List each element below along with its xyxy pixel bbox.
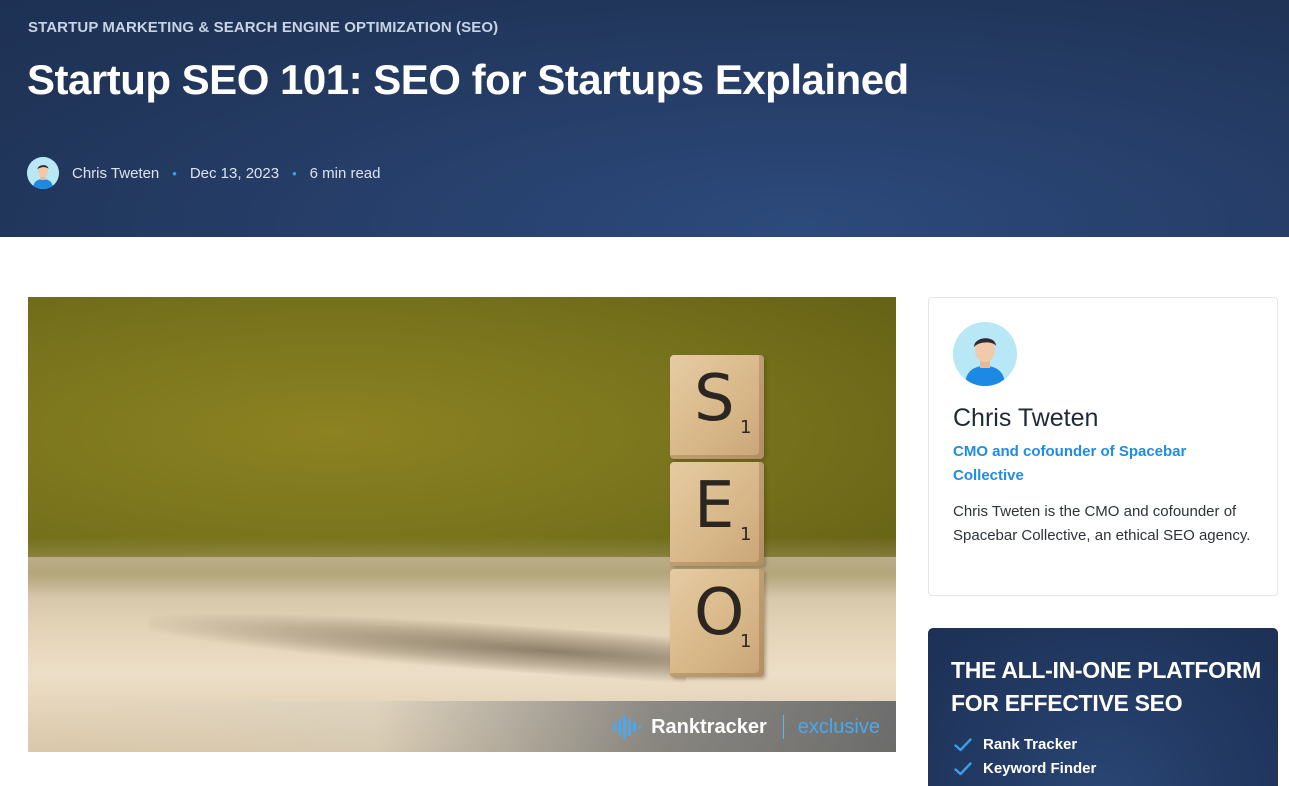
featured-image: S 1 E 1 O 1 Ranktracker exclusive (28, 297, 896, 752)
tile-letter: S (694, 362, 735, 436)
tile-letter: E (694, 469, 735, 543)
page-title: Startup SEO 101: SEO for Startups Explai… (27, 56, 909, 103)
category-link[interactable]: STARTUP MARKETING & SEARCH ENGINE OPTIMI… (28, 19, 498, 36)
badge-divider (782, 715, 784, 739)
author-card-name[interactable]: Chris Tweten (953, 404, 1098, 433)
read-time: 6 min read (309, 164, 381, 182)
ranktracker-exclusive-badge: Ranktracker exclusive (28, 701, 896, 752)
promo-feature: Keyword Finder (954, 760, 1096, 777)
article-header: STARTUP MARKETING & SEARCH ENGINE OPTIMI… (0, 0, 1289, 237)
promo-feature-label: Keyword Finder (983, 760, 1097, 777)
scrabble-tile-o: O 1 (670, 569, 764, 677)
meta-separator: • (172, 165, 177, 181)
author-avatar-icon[interactable] (953, 322, 1017, 386)
tile-value: 1 (740, 417, 752, 438)
author-name-link[interactable]: Chris Tweten (72, 165, 159, 182)
author-card-bio: Chris Tweten is the CMO and cofounder of… (953, 503, 1251, 544)
tile-value: 1 (740, 631, 752, 652)
tile-value: 1 (740, 524, 752, 545)
author-card: Chris Tweten CMO and cofounder of Spaceb… (928, 297, 1278, 596)
ranktracker-logo-icon (613, 715, 642, 739)
image-blur (28, 537, 896, 597)
tile-letter: O (694, 576, 745, 650)
publish-date: Dec 13, 2023 (189, 164, 280, 182)
check-icon (954, 737, 972, 751)
article-meta: Chris Tweten • Dec 13, 2023 • 6 min read (27, 157, 381, 189)
author-card-role[interactable]: CMO and cofounder of Spacebar Collective (953, 440, 1233, 488)
scrabble-tile-e: E 1 (670, 462, 764, 566)
promo-title: THE ALL-IN-ONE PLATFORM FOR EFFECTIVE SE… (951, 657, 1261, 716)
badge-brand: Ranktracker (651, 715, 767, 738)
promo-feature-label: Rank Tracker (983, 736, 1078, 753)
scrabble-tile-s: S 1 (670, 355, 764, 459)
badge-tag: exclusive (797, 715, 880, 738)
promo-card: THE ALL-IN-ONE PLATFORM FOR EFFECTIVE SE… (928, 628, 1278, 786)
meta-separator: • (292, 165, 297, 181)
author-avatar-icon[interactable] (27, 157, 59, 189)
promo-feature: Rank Tracker (954, 736, 1077, 753)
check-icon (954, 761, 972, 775)
